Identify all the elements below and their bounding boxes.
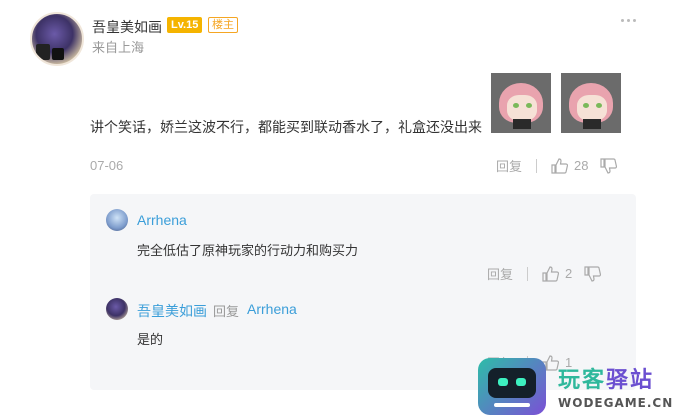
site-watermark: 玩客驿站 WODEGAME.CN (478, 358, 684, 415)
sticker-image[interactable] (561, 73, 621, 133)
more-dots-icon[interactable] (621, 16, 637, 24)
reply-username[interactable]: 吾皇美如画 (137, 301, 207, 321)
reply-button[interactable]: 回复 (496, 156, 522, 175)
post-username[interactable]: 吾皇美如画 (92, 17, 162, 37)
op-badge: 楼主 (208, 17, 238, 33)
watermark-subtitle: WODEGAME.CN (558, 396, 674, 410)
robot-logo-icon (478, 358, 546, 415)
reply-text: 是的 (137, 332, 164, 347)
reply-button[interactable]: 回复 (487, 264, 513, 283)
watermark-title: 玩客驿站 (558, 367, 655, 392)
level-badge: Lv.15 (167, 17, 203, 33)
post-date: 07-06 (90, 158, 124, 173)
like-icon[interactable] (551, 157, 569, 174)
like-count: 28 (574, 158, 589, 173)
divider (536, 158, 538, 173)
like-count: 2 (565, 266, 573, 281)
reply-username[interactable]: Arrhena (137, 212, 187, 228)
reply-avatar[interactable] (106, 209, 128, 231)
reply-to-username[interactable]: Arrhena (247, 301, 297, 317)
reply-to-label: 回复 (213, 304, 240, 319)
post-text: 讲个笑话，娇兰这波不行，都能买到联动香水了，礼盒还没出来 (90, 119, 482, 135)
post-actions: 回复 28 (496, 156, 618, 175)
avatar-decoration (52, 48, 64, 60)
reply-actions: 回复 2 (487, 264, 602, 283)
reply-avatar[interactable] (106, 298, 128, 320)
divider (527, 266, 529, 281)
sticker-image[interactable] (491, 73, 551, 133)
post-location: 来自上海 (92, 40, 145, 55)
dislike-icon[interactable] (600, 157, 618, 174)
dislike-icon[interactable] (584, 265, 602, 282)
like-icon[interactable] (542, 265, 560, 282)
avatar-decoration (36, 44, 50, 60)
user-avatar[interactable] (30, 12, 84, 66)
reply-text: 完全低估了原神玩家的行动力和购买力 (137, 243, 359, 258)
